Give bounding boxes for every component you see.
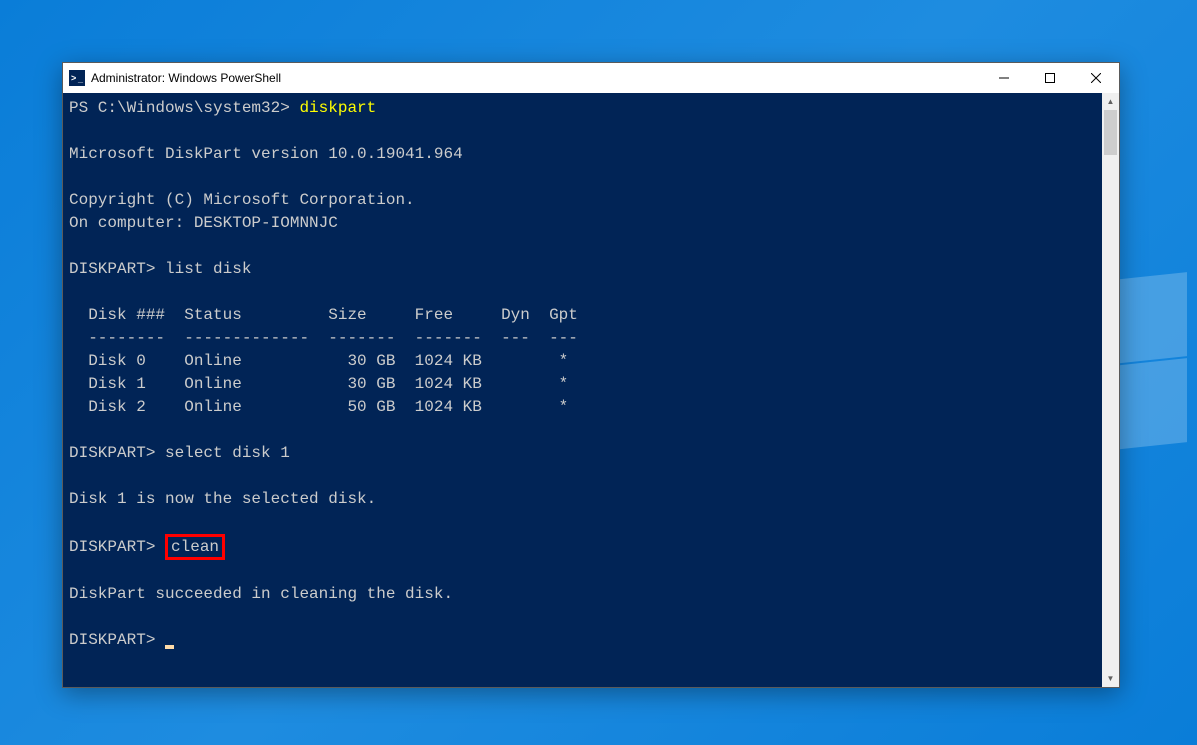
powershell-window: Administrator: Windows PowerShell PS C:\… [62, 62, 1120, 688]
computer-name: On computer: DESKTOP-IOMNNJC [69, 214, 338, 232]
diskpart-version: Microsoft DiskPart version 10.0.19041.96… [69, 145, 463, 163]
ps-prompt: PS C:\Windows\system32> [69, 99, 299, 117]
table-row: Disk 0 Online 30 GB 1024 KB * [69, 352, 568, 370]
table-row: Disk 1 Online 30 GB 1024 KB * [69, 375, 568, 393]
close-button[interactable] [1073, 63, 1119, 93]
diskpart-prompt: DISKPART> [69, 538, 165, 556]
scroll-thumb[interactable] [1104, 110, 1117, 155]
command-list-disk: list disk [165, 260, 251, 278]
diskpart-prompt: DISKPART> [69, 260, 165, 278]
scroll-down-button[interactable]: ▼ [1102, 670, 1119, 687]
scrollbar[interactable]: ▲ ▼ [1102, 93, 1119, 687]
command-select-disk: select disk 1 [165, 444, 290, 462]
maximize-button[interactable] [1027, 63, 1073, 93]
diskpart-prompt: DISKPART> [69, 444, 165, 462]
cursor [165, 645, 174, 649]
table-row: Disk 2 Online 50 GB 1024 KB * [69, 398, 568, 416]
diskpart-prompt: DISKPART> [69, 631, 165, 649]
msg-disk-selected: Disk 1 is now the selected disk. [69, 490, 376, 508]
minimize-button[interactable] [981, 63, 1027, 93]
titlebar[interactable]: Administrator: Windows PowerShell [63, 63, 1119, 93]
command-diskpart: diskpart [299, 99, 376, 117]
terminal-output[interactable]: PS C:\Windows\system32> diskpart Microso… [63, 93, 1102, 687]
scroll-up-button[interactable]: ▲ [1102, 93, 1119, 110]
command-clean-highlighted: clean [165, 534, 225, 560]
table-divider: -------- ------------- ------- ------- -… [69, 329, 578, 347]
window-title: Administrator: Windows PowerShell [91, 71, 981, 85]
msg-clean-succeeded: DiskPart succeeded in cleaning the disk. [69, 585, 453, 603]
powershell-icon [69, 70, 85, 86]
table-header: Disk ### Status Size Free Dyn Gpt [69, 306, 578, 324]
window-controls [981, 63, 1119, 93]
terminal-area: PS C:\Windows\system32> diskpart Microso… [63, 93, 1119, 687]
copyright-text: Copyright (C) Microsoft Corporation. [69, 191, 415, 209]
